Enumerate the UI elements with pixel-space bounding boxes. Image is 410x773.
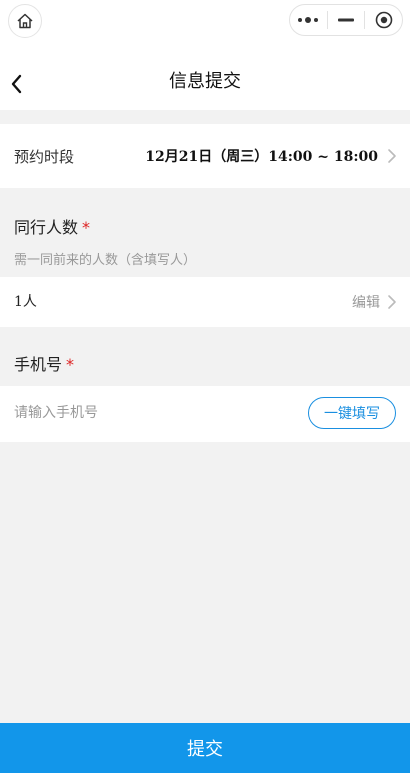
chevron-right-icon [388,149,396,163]
mini-program-capsule [289,4,403,36]
autofill-phone-button[interactable]: 一键填写 [308,397,396,429]
phone-input[interactable] [14,398,294,428]
more-button[interactable] [290,5,327,35]
appointment-time-value: 12月21日（周三）14:00 ~ 18:00 [145,149,378,165]
required-mark: * [66,355,75,374]
more-dots-icon [298,17,319,23]
phone-section-title: 手机号 * [14,351,74,375]
minimize-icon [338,18,354,22]
companions-section-title: 同行人数 * [14,214,90,238]
submit-button[interactable]: 提交 [0,723,410,773]
companions-value: 1人 [14,294,37,310]
home-icon [17,13,33,29]
top-navigation-bar: 信息提交 [0,0,410,110]
phone-label: 手机号 [14,355,63,374]
appointment-time-label: 预约时段 [14,148,75,166]
minimize-button[interactable] [328,5,365,35]
appointment-time-row[interactable]: 预约时段 12月21日（周三）14:00 ~ 18:00 [0,124,410,188]
companions-label: 同行人数 [14,218,79,237]
companions-hint: 需一同前来的人数（含填写人） [14,253,197,268]
chevron-right-icon [388,295,396,309]
home-button[interactable] [8,4,42,38]
page-title: 信息提交 [169,71,241,92]
companions-edit-link[interactable]: 编辑 [352,292,380,312]
phone-row: 一键填写 [0,386,410,442]
required-mark: * [82,218,91,237]
close-target-icon [375,11,392,29]
close-button[interactable] [365,5,402,35]
companions-row[interactable]: 1人 编辑 [0,277,410,327]
